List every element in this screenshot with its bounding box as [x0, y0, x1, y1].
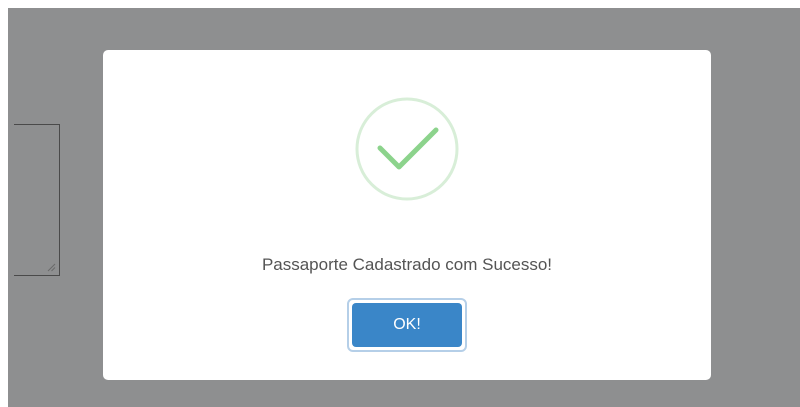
- success-check-icon: [355, 97, 459, 201]
- dialog-message: Passaporte Cadastrado com Sucesso!: [261, 255, 553, 274]
- ok-button-label: OK!: [352, 303, 462, 347]
- success-dialog: Passaporte Cadastrado com Sucesso! OK!: [103, 50, 711, 380]
- background-textarea: [14, 124, 60, 276]
- page-edge-top: [0, 0, 800, 8]
- page-edge-left: [0, 0, 8, 407]
- page: Passaporte Cadastrado com Sucesso! OK!: [0, 0, 800, 407]
- ok-button[interactable]: OK!: [347, 298, 467, 352]
- resize-grip-icon: [47, 263, 56, 272]
